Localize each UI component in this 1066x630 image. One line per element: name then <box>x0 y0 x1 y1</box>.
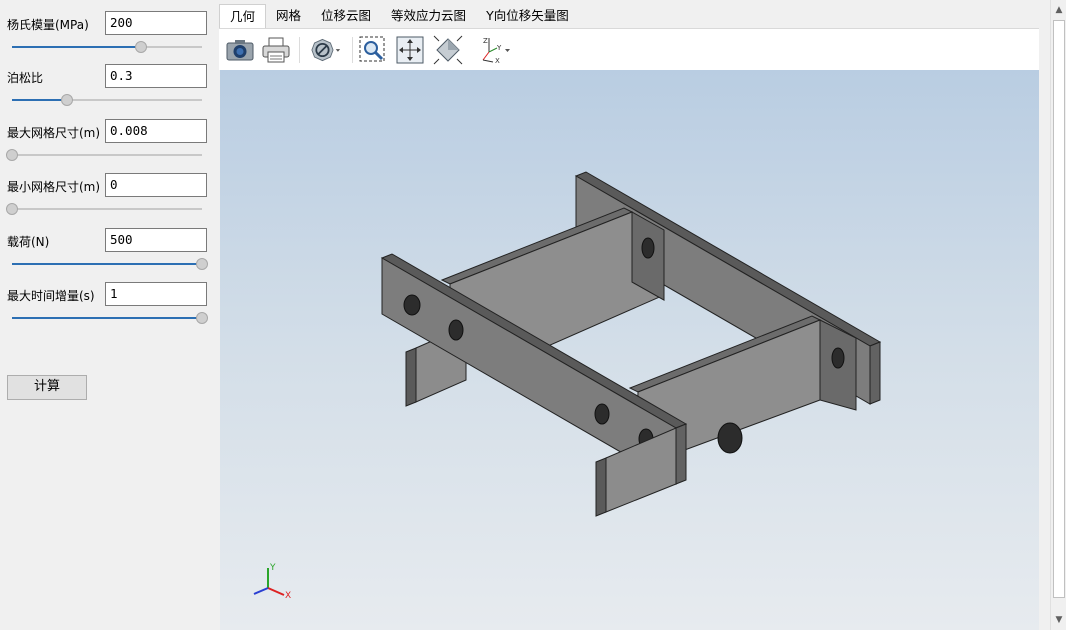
slider-thumb[interactable] <box>6 203 18 215</box>
main-area: 几何 网格 位移云图 等效应力云图 Y向位移矢量图 Z Y X Y X <box>219 0 1050 630</box>
tab-displacement-contour[interactable]: 位移云图 <box>311 4 381 28</box>
fit-all-icon[interactable] <box>395 35 425 65</box>
tab-mesh[interactable]: 网格 <box>266 4 311 28</box>
camera-icon[interactable] <box>225 35 255 65</box>
axis-z-label: Z <box>483 37 488 45</box>
scrollbar-thumb[interactable] <box>1053 20 1065 598</box>
param-label: 最小网格尺寸(m) <box>7 180 101 194</box>
view-style-icon[interactable] <box>311 35 341 65</box>
max-time-increment-slider[interactable] <box>12 312 208 324</box>
min-mesh-size-input[interactable]: 0 <box>105 173 207 197</box>
tab-bar: 几何 网格 位移云图 等效应力云图 Y向位移矢量图 <box>219 4 579 28</box>
parameter-panel: 杨氏模量(MPa) 200 泊松比 0.3 最大网格尺寸(m) 0.008 最小… <box>0 0 215 630</box>
youngs-modulus-slider[interactable] <box>12 41 202 53</box>
triad-x-label: X <box>285 591 291 601</box>
printer-icon[interactable] <box>261 35 291 65</box>
axis-y-label: Y <box>496 44 502 52</box>
max-time-increment-input[interactable]: 1 <box>105 282 207 306</box>
poisson-ratio-input[interactable]: 0.3 <box>105 64 207 88</box>
param-label: 载荷(N) <box>7 235 50 249</box>
triad-y-label: Y <box>269 563 276 573</box>
slider-thumb[interactable] <box>196 258 208 270</box>
axis-x-label: X <box>495 57 500 65</box>
calculate-button[interactable]: 计算 <box>7 375 87 400</box>
load-input[interactable]: 500 <box>105 228 207 252</box>
3d-viewport[interactable]: Y X <box>220 70 1039 630</box>
toolbar-separator <box>352 37 353 63</box>
max-mesh-size-slider[interactable] <box>6 149 202 161</box>
iso-view-icon[interactable] <box>433 35 463 65</box>
max-mesh-size-input[interactable]: 0.008 <box>105 119 207 143</box>
min-mesh-size-slider[interactable] <box>6 203 202 215</box>
frame-model: Y X <box>253 171 882 601</box>
toolbar-separator <box>299 37 300 63</box>
param-label: 最大时间增量(s) <box>7 289 95 303</box>
poisson-ratio-slider[interactable] <box>12 94 202 106</box>
scroll-up-icon[interactable]: ▲ <box>1051 2 1066 18</box>
tab-von-mises-contour[interactable]: 等效应力云图 <box>381 4 476 28</box>
zoom-box-icon[interactable] <box>358 35 388 65</box>
tab-y-displacement-vector[interactable]: Y向位移矢量图 <box>476 4 579 28</box>
vertical-scrollbar[interactable]: ▲ ▼ <box>1050 0 1066 630</box>
viewer-toolbar: ZYX <box>219 28 1039 70</box>
youngs-modulus-input[interactable]: 200 <box>105 11 207 35</box>
tab-geometry[interactable]: 几何 <box>219 4 267 28</box>
app-window: 杨氏模量(MPa) 200 泊松比 0.3 最大网格尺寸(m) 0.008 最小… <box>0 0 1066 630</box>
param-label: 杨氏模量(MPa) <box>7 18 89 32</box>
load-slider[interactable] <box>12 258 208 270</box>
slider-thumb[interactable] <box>6 149 18 161</box>
scroll-down-icon[interactable]: ▼ <box>1051 612 1066 628</box>
param-label: 最大网格尺寸(m) <box>7 126 101 140</box>
axis-triad: Y X <box>253 563 291 601</box>
slider-thumb[interactable] <box>61 94 74 106</box>
slider-thumb[interactable] <box>196 312 208 324</box>
axis-view-icon[interactable]: ZYX <box>477 35 513 65</box>
slider-thumb[interactable] <box>135 41 148 53</box>
param-label: 泊松比 <box>7 71 44 85</box>
